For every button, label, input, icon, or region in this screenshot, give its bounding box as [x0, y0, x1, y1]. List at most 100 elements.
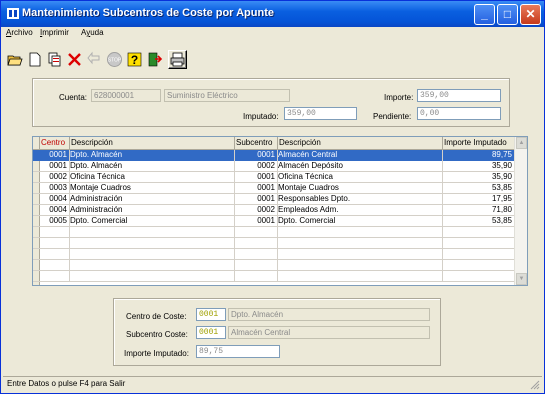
table-row[interactable]: 0002 Oficina Técnica 0001 Oficina Técnica 35… [33, 172, 515, 183]
print-button[interactable] [168, 50, 187, 69]
cell-subcentro[interactable] [235, 238, 278, 249]
cell-centro[interactable]: 0005 [40, 216, 70, 227]
cell-subcentro[interactable] [235, 227, 278, 238]
table-row[interactable]: 0004 Administración 0002 Empleados Adm. 71,8… [33, 205, 515, 216]
cell-importe[interactable] [443, 227, 515, 238]
cell-centro[interactable]: 0001 [40, 161, 70, 172]
table-row[interactable] [33, 227, 515, 238]
cuenta-desc-field[interactable]: Suministro Eléctrico [164, 89, 290, 102]
table-row[interactable] [33, 260, 515, 271]
pendiente-field[interactable]: 0,00 [417, 107, 501, 120]
col-importe[interactable]: Importe Imputado [443, 137, 515, 150]
cell-subcentro[interactable]: 0001 [235, 150, 278, 161]
cell-subdesc[interactable]: Dpto. Comercial [278, 216, 443, 227]
cell-centro[interactable] [40, 249, 70, 260]
table-row[interactable]: 0001 Dpto. Almacén 0001 Almacén Central 89,7… [33, 150, 515, 161]
cell-desc[interactable]: Administración [70, 205, 235, 216]
cell-subcentro[interactable]: 0002 [235, 161, 278, 172]
cell-subcentro[interactable]: 0002 [235, 205, 278, 216]
cell-importe[interactable] [443, 260, 515, 271]
resize-grip-icon[interactable] [529, 379, 540, 390]
cell-importe[interactable] [443, 271, 515, 282]
cell-centro[interactable]: 0004 [40, 194, 70, 205]
cell-subdesc[interactable]: Empleados Adm. [278, 205, 443, 216]
exit-button[interactable] [145, 50, 164, 69]
cell-desc[interactable]: Administración [70, 194, 235, 205]
cell-desc[interactable] [70, 227, 235, 238]
new-button[interactable] [25, 50, 44, 69]
back-button[interactable] [85, 50, 104, 69]
table-row[interactable] [33, 249, 515, 260]
close-button[interactable]: ✕ [520, 4, 541, 25]
menu-imprimir[interactable]: Imprimir [40, 28, 69, 37]
cell-subcentro[interactable] [235, 249, 278, 260]
cell-desc[interactable] [70, 260, 235, 271]
cell-subdesc[interactable] [278, 271, 443, 282]
apuntes-grid[interactable]: Centro Descripción Subcentro Descripción… [32, 136, 528, 286]
table-row[interactable] [33, 238, 515, 249]
cell-desc[interactable] [70, 271, 235, 282]
cell-importe[interactable] [443, 249, 515, 260]
subcentro-code-field[interactable]: 0001 [196, 326, 226, 339]
title-bar[interactable]: Mantenimiento Subcentros de Coste por Ap… [1, 1, 544, 27]
cell-centro[interactable] [40, 260, 70, 271]
cell-centro[interactable]: 0004 [40, 205, 70, 216]
cell-importe[interactable]: 53,85 [443, 216, 515, 227]
cell-subdesc[interactable]: Montaje Cuadros [278, 183, 443, 194]
maximize-button[interactable]: □ [497, 4, 518, 25]
col-centro[interactable]: Centro [40, 137, 70, 150]
col-subdescripcion[interactable]: Descripción [278, 137, 443, 150]
cell-subdesc[interactable]: Almacén Central [278, 150, 443, 161]
cell-centro[interactable] [40, 227, 70, 238]
menu-archivo[interactable]: Archivo [6, 28, 33, 37]
cell-subcentro[interactable]: 0001 [235, 183, 278, 194]
cell-importe[interactable] [443, 238, 515, 249]
cell-desc[interactable]: Dpto. Comercial [70, 216, 235, 227]
cell-subdesc[interactable]: Responsables Dpto. [278, 194, 443, 205]
cell-desc[interactable] [70, 249, 235, 260]
table-row[interactable]: 0001 Dpto. Almacén 0002 Almacén Depósito 35,… [33, 161, 515, 172]
cell-centro[interactable] [40, 238, 70, 249]
cell-desc[interactable] [70, 238, 235, 249]
cuenta-code-field[interactable]: 628000001 [91, 89, 161, 102]
centro-code-field[interactable]: 0001 [196, 308, 226, 321]
cell-subdesc[interactable] [278, 260, 443, 271]
copy-button[interactable] [45, 50, 64, 69]
cell-subdesc[interactable]: Oficina Técnica [278, 172, 443, 183]
menu-ayuda[interactable]: Ayuda [81, 28, 104, 37]
cell-desc[interactable]: Dpto. Almacén [70, 161, 235, 172]
importe-imputado-field[interactable]: 89,75 [196, 345, 280, 358]
minimize-button[interactable]: _ [474, 4, 495, 25]
cell-desc[interactable]: Oficina Técnica [70, 172, 235, 183]
cell-desc[interactable]: Dpto. Almacén [70, 150, 235, 161]
col-descripcion[interactable]: Descripción [70, 137, 235, 150]
cell-centro[interactable] [40, 271, 70, 282]
cell-importe[interactable]: 35,90 [443, 172, 515, 183]
table-row[interactable]: 0004 Administración 0001 Responsables Dpto.… [33, 194, 515, 205]
cell-subcentro[interactable]: 0001 [235, 172, 278, 183]
cell-subcentro[interactable] [235, 260, 278, 271]
scroll-down-icon[interactable]: ▼ [516, 273, 527, 285]
cell-subcentro[interactable] [235, 271, 278, 282]
cell-subdesc[interactable] [278, 249, 443, 260]
cell-centro[interactable]: 0001 [40, 150, 70, 161]
open-button[interactable] [5, 50, 24, 69]
delete-button[interactable] [65, 50, 84, 69]
cell-importe[interactable]: 71,80 [443, 205, 515, 216]
cell-importe[interactable]: 17,95 [443, 194, 515, 205]
grid-vscrollbar[interactable]: ▲ ▼ [514, 137, 527, 285]
table-row[interactable]: 0003 Montaje Cuadros 0001 Montaje Cuadros 53… [33, 183, 515, 194]
cell-desc[interactable]: Montaje Cuadros [70, 183, 235, 194]
stop-button[interactable]: STOP [105, 50, 124, 69]
cell-subcentro[interactable]: 0001 [235, 194, 278, 205]
cell-subdesc[interactable] [278, 238, 443, 249]
cell-importe[interactable]: 53,85 [443, 183, 515, 194]
cell-importe[interactable]: 89,75 [443, 150, 515, 161]
help-button[interactable]: ? [125, 50, 144, 69]
col-subcentro[interactable]: Subcentro [235, 137, 278, 150]
cell-centro[interactable]: 0002 [40, 172, 70, 183]
table-row[interactable] [33, 271, 515, 282]
table-row[interactable]: 0005 Dpto. Comercial 0001 Dpto. Comercial 53… [33, 216, 515, 227]
cell-centro[interactable]: 0003 [40, 183, 70, 194]
cell-subdesc[interactable] [278, 227, 443, 238]
